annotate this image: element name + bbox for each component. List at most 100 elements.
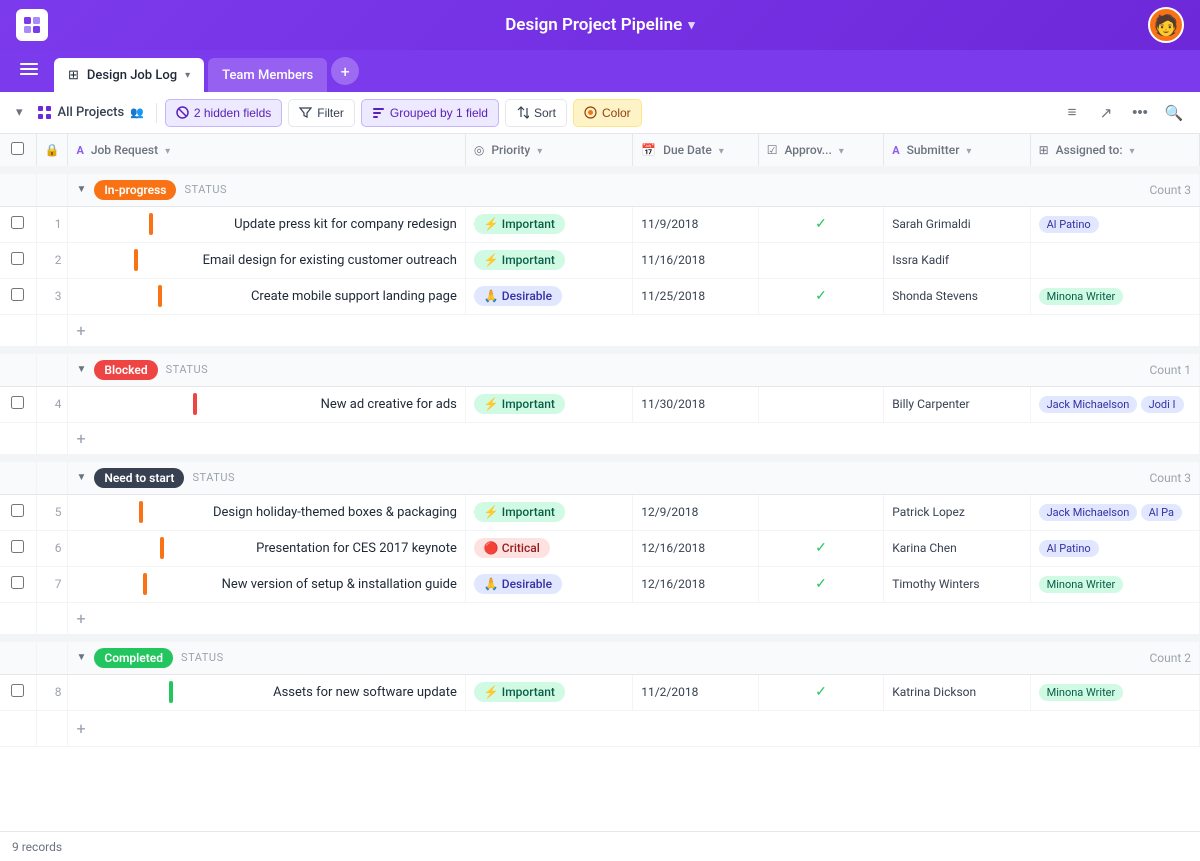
color-button[interactable]: Color xyxy=(573,99,642,127)
row-title-cell[interactable]: Assets for new software update xyxy=(68,674,465,710)
row-title-cell[interactable]: New version of setup & installation guid… xyxy=(68,566,465,602)
add-row[interactable]: + xyxy=(0,602,1200,638)
view-selector[interactable]: All Projects 👥 xyxy=(33,105,148,120)
add-row[interactable]: + xyxy=(0,710,1200,746)
add-row-btn[interactable]: + xyxy=(68,710,1200,746)
priority-cell[interactable]: ⚡ Important xyxy=(465,494,632,530)
approval-cell[interactable]: ✓ xyxy=(758,278,884,314)
table-row[interactable]: 7 New version of setup & installation gu… xyxy=(0,566,1200,602)
table-row[interactable]: 5 Design holiday-themed boxes & packagin… xyxy=(0,494,1200,530)
filter-button[interactable]: Filter xyxy=(288,99,355,127)
due-date-cell[interactable]: 11/9/2018 xyxy=(633,206,759,242)
group-toggle[interactable]: ▼ xyxy=(76,472,86,483)
row-height-button[interactable]: ≡ xyxy=(1058,99,1086,127)
col-due-date[interactable]: 📅 Due Date ▾ xyxy=(633,134,759,170)
hidden-fields-button[interactable]: 2 hidden fields xyxy=(165,99,282,127)
row-checkbox[interactable] xyxy=(11,252,24,265)
table-row[interactable]: 1 Update press kit for company redesign … xyxy=(0,206,1200,242)
priority-badge: ⚡ Important xyxy=(474,214,565,234)
col-lock: 🔒 xyxy=(36,134,68,170)
row-checkbox[interactable] xyxy=(11,504,24,517)
tab-team-members[interactable]: Team Members xyxy=(208,58,327,92)
table-row[interactable]: 6 Presentation for CES 2017 keynote 🔴 Cr… xyxy=(0,530,1200,566)
table-row[interactable]: 8 Assets for new software update ⚡ Impor… xyxy=(0,674,1200,710)
priority-cell[interactable]: 🙏 Desirable xyxy=(465,278,632,314)
approval-cell[interactable] xyxy=(758,494,884,530)
approval-cell[interactable]: ✓ xyxy=(758,674,884,710)
row-title-cell[interactable]: Update press kit for company redesign xyxy=(68,206,465,242)
sort-button[interactable]: Sort xyxy=(505,99,567,127)
due-date-cell[interactable]: 11/30/2018 xyxy=(633,386,759,422)
group-toggle[interactable]: ▼ xyxy=(76,184,86,195)
row-checkbox[interactable] xyxy=(11,684,24,697)
priority-cell[interactable]: ⚡ Important xyxy=(465,674,632,710)
priority-cell[interactable]: 🔴 Critical xyxy=(465,530,632,566)
row-title-cell[interactable]: Design holiday-themed boxes & packaging xyxy=(68,494,465,530)
group-toggle[interactable]: ▼ xyxy=(76,364,86,375)
row-checkbox[interactable] xyxy=(11,216,24,229)
priority-cell[interactable]: ⚡ Important xyxy=(465,242,632,278)
row-checkbox[interactable] xyxy=(11,396,24,409)
row-checkbox[interactable] xyxy=(11,288,24,301)
approval-cell[interactable]: ✓ xyxy=(758,206,884,242)
add-row-btn[interactable]: + xyxy=(68,602,1200,638)
col-priority[interactable]: ◎ Priority ▾ xyxy=(465,134,632,170)
add-row[interactable]: + xyxy=(0,422,1200,458)
due-date-cell[interactable]: 11/16/2018 xyxy=(633,242,759,278)
priority-cell[interactable]: 🙏 Desirable xyxy=(465,566,632,602)
row-title-cell[interactable]: New ad creative for ads xyxy=(68,386,465,422)
page-title[interactable]: Design Project Pipeline ▾ xyxy=(505,15,695,35)
hamburger-button[interactable] xyxy=(12,52,46,90)
row-checkbox-cell[interactable] xyxy=(0,566,36,602)
tab-design-job-log[interactable]: ⊞ Design Job Log ▾ xyxy=(54,58,204,92)
add-row[interactable]: + xyxy=(0,314,1200,350)
row-color-bar xyxy=(134,249,138,271)
row-checkbox-cell[interactable] xyxy=(0,494,36,530)
approval-cell[interactable] xyxy=(758,386,884,422)
col-assigned-to[interactable]: ⊞ Assigned to: ▾ xyxy=(1030,134,1199,170)
row-checkbox-cell[interactable] xyxy=(0,386,36,422)
export-button[interactable]: ↗ xyxy=(1092,99,1120,127)
due-date-cell[interactable]: 12/16/2018 xyxy=(633,566,759,602)
col-job-request[interactable]: A Job Request ▾ xyxy=(68,134,465,170)
row-checkbox[interactable] xyxy=(11,576,24,589)
due-date-cell[interactable]: 11/2/2018 xyxy=(633,674,759,710)
group-toggle[interactable]: ▼ xyxy=(76,652,86,663)
add-row-btn[interactable]: + xyxy=(68,314,1200,350)
col-approval[interactable]: ☑ Approv... ▾ xyxy=(758,134,884,170)
select-all-checkbox[interactable] xyxy=(11,142,24,155)
col-submitter[interactable]: A Submitter ▾ xyxy=(884,134,1030,170)
due-date-cell[interactable]: 12/16/2018 xyxy=(633,530,759,566)
expand-icon[interactable]: ▾ xyxy=(12,101,27,124)
avatar[interactable]: 🧑 xyxy=(1148,7,1184,43)
priority-cell[interactable]: ⚡ Important xyxy=(465,386,632,422)
row-title-cell[interactable]: Email design for existing customer outre… xyxy=(68,242,465,278)
approval-cell[interactable]: ✓ xyxy=(758,530,884,566)
add-row-num xyxy=(36,422,68,458)
row-checkbox[interactable] xyxy=(11,540,24,553)
add-tab-button[interactable]: + xyxy=(331,57,359,85)
row-title-cell[interactable]: Presentation for CES 2017 keynote xyxy=(68,530,465,566)
grouped-button[interactable]: Grouped by 1 field xyxy=(361,99,499,127)
top-bar: Design Project Pipeline ▾ 🧑 xyxy=(0,0,1200,50)
due-date-cell[interactable]: 11/25/2018 xyxy=(633,278,759,314)
approval-cell[interactable]: ✓ xyxy=(758,566,884,602)
table-row[interactable]: 3 Create mobile support landing page 🙏 D… xyxy=(0,278,1200,314)
app-logo[interactable] xyxy=(16,9,48,41)
row-checkbox-cell[interactable] xyxy=(0,278,36,314)
table-body: ▼ In-progress STATUS Count 3 1 Update pr… xyxy=(0,170,1200,746)
more-options-button[interactable]: ••• xyxy=(1126,99,1154,127)
row-title-cell[interactable]: Create mobile support landing page xyxy=(68,278,465,314)
col-checkbox[interactable] xyxy=(0,134,36,170)
row-checkbox-cell[interactable] xyxy=(0,674,36,710)
row-checkbox-cell[interactable] xyxy=(0,530,36,566)
priority-cell[interactable]: ⚡ Important xyxy=(465,206,632,242)
add-row-btn[interactable]: + xyxy=(68,422,1200,458)
search-button[interactable]: 🔍 xyxy=(1160,99,1188,127)
row-checkbox-cell[interactable] xyxy=(0,242,36,278)
table-row[interactable]: 4 New ad creative for ads ⚡ Important 11… xyxy=(0,386,1200,422)
approval-cell[interactable] xyxy=(758,242,884,278)
table-row[interactable]: 2 Email design for existing customer out… xyxy=(0,242,1200,278)
due-date-cell[interactable]: 12/9/2018 xyxy=(633,494,759,530)
row-checkbox-cell[interactable] xyxy=(0,206,36,242)
